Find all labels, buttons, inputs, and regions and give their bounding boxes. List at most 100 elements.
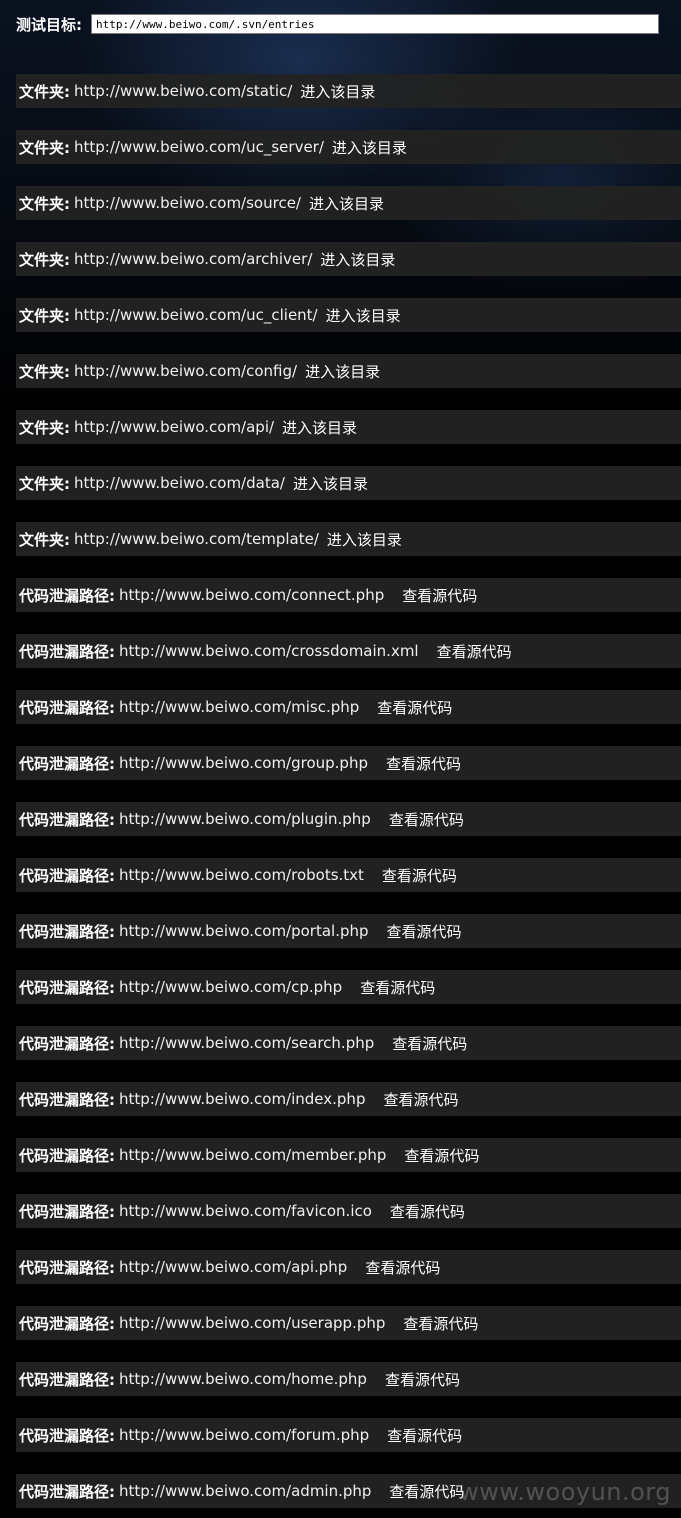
leak-row: 代码泄漏路径: http://www.beiwo.com/misc.php 查看源代… (16, 690, 681, 724)
view-source-link[interactable]: 查看源代码 (402, 585, 477, 606)
view-source-link[interactable]: 查看源代码 (404, 1145, 479, 1166)
leak-row: 代码泄漏路径: http://www.beiwo.com/home.php 查看源代… (16, 1362, 681, 1396)
folder-row: 文件夹: http://www.beiwo.com/template/进入该目录 (16, 522, 681, 556)
view-source-link[interactable]: 查看源代码 (383, 1089, 458, 1110)
view-source-link[interactable]: 查看源代码 (377, 697, 452, 718)
leak-url: http://www.beiwo.com/api.php (119, 1258, 348, 1276)
view-source-link[interactable]: 查看源代码 (389, 1481, 464, 1502)
view-source-link[interactable]: 查看源代码 (390, 1201, 465, 1222)
leak-url: http://www.beiwo.com/crossdomain.xml (119, 642, 419, 660)
leak-url: http://www.beiwo.com/misc.php (119, 698, 360, 716)
folder-url: http://www.beiwo.com/uc_client/ (74, 306, 318, 324)
folder-label: 文件夹: (19, 138, 70, 157)
leak-url: http://www.beiwo.com/home.php (119, 1370, 367, 1388)
view-source-link[interactable]: 查看源代码 (437, 641, 512, 662)
leak-label: 代码泄漏路径: (19, 1314, 115, 1333)
view-source-link[interactable]: 查看源代码 (389, 809, 464, 830)
view-source-link[interactable]: 查看源代码 (386, 753, 461, 774)
leak-row: 代码泄漏路径: http://www.beiwo.com/crossdomain.… (16, 634, 681, 668)
leak-row: 代码泄漏路径: http://www.beiwo.com/plugin.php 查看… (16, 802, 681, 836)
view-source-link[interactable]: 查看源代码 (382, 865, 457, 886)
leak-label: 代码泄漏路径: (19, 810, 115, 829)
folder-url: http://www.beiwo.com/source/ (74, 194, 301, 212)
leak-row: 代码泄漏路径: http://www.beiwo.com/member.php 查看… (16, 1138, 681, 1172)
folder-label: 文件夹: (19, 362, 70, 381)
enter-directory-link[interactable]: 进入该目录 (300, 81, 375, 102)
enter-directory-link[interactable]: 进入该目录 (332, 137, 407, 158)
leak-row: 代码泄漏路径: http://www.beiwo.com/favicon.ico 查… (16, 1194, 681, 1228)
enter-directory-link[interactable]: 进入该目录 (305, 361, 380, 382)
leak-label: 代码泄漏路径: (19, 922, 115, 941)
folder-row: 文件夹: http://www.beiwo.com/uc_server/进入该目录 (16, 130, 681, 164)
folder-label: 文件夹: (19, 306, 70, 325)
view-source-link[interactable]: 查看源代码 (387, 921, 462, 942)
leak-label: 代码泄漏路径: (19, 754, 115, 773)
leak-label: 代码泄漏路径: (19, 1034, 115, 1053)
leak-label: 代码泄漏路径: (19, 1202, 115, 1221)
leak-url: http://www.beiwo.com/index.php (119, 1090, 366, 1108)
view-source-link[interactable]: 查看源代码 (365, 1257, 440, 1278)
enter-directory-link[interactable]: 进入该目录 (320, 249, 395, 270)
folder-url: http://www.beiwo.com/archiver/ (74, 250, 313, 268)
leak-url: http://www.beiwo.com/admin.php (119, 1482, 372, 1500)
leak-row: 代码泄漏路径: http://www.beiwo.com/forum.php 查看源… (16, 1418, 681, 1452)
folder-row: 文件夹: http://www.beiwo.com/config/进入该目录 (16, 354, 681, 388)
folder-row: 文件夹: http://www.beiwo.com/source/进入该目录 (16, 186, 681, 220)
view-source-link[interactable]: 查看源代码 (385, 1369, 460, 1390)
view-source-link[interactable]: 查看源代码 (387, 1425, 462, 1446)
folder-label: 文件夹: (19, 82, 70, 101)
leak-row: 代码泄漏路径: http://www.beiwo.com/index.php 查看源… (16, 1082, 681, 1116)
enter-directory-link[interactable]: 进入该目录 (326, 305, 401, 326)
leak-label: 代码泄漏路径: (19, 1370, 115, 1389)
leak-url: http://www.beiwo.com/plugin.php (119, 810, 371, 828)
leak-label: 代码泄漏路径: (19, 1426, 115, 1445)
leak-row: 代码泄漏路径: http://www.beiwo.com/robots.txt 查看… (16, 858, 681, 892)
leak-label: 代码泄漏路径: (19, 866, 115, 885)
view-source-link[interactable]: 查看源代码 (360, 977, 435, 998)
leak-label: 代码泄漏路径: (19, 1258, 115, 1277)
leak-label: 代码泄漏路径: (19, 978, 115, 997)
watermark: www.wooyun.org (459, 1478, 671, 1506)
leak-url: http://www.beiwo.com/group.php (119, 754, 368, 772)
enter-directory-link[interactable]: 进入该目录 (282, 417, 357, 438)
leak-label: 代码泄漏路径: (19, 1482, 115, 1501)
folder-url: http://www.beiwo.com/static/ (74, 82, 293, 100)
folder-label: 文件夹: (19, 194, 70, 213)
leak-url: http://www.beiwo.com/favicon.ico (119, 1202, 372, 1220)
folder-row: 文件夹: http://www.beiwo.com/archiver/进入该目录 (16, 242, 681, 276)
folder-row: 文件夹: http://www.beiwo.com/data/进入该目录 (16, 466, 681, 500)
folder-url: http://www.beiwo.com/api/ (74, 418, 275, 436)
leak-row: 代码泄漏路径: http://www.beiwo.com/cp.php 查看源代码 (16, 970, 681, 1004)
leak-url: http://www.beiwo.com/cp.php (119, 978, 343, 996)
enter-directory-link[interactable]: 进入该目录 (309, 193, 384, 214)
leak-row: 代码泄漏路径: http://www.beiwo.com/portal.php 查看… (16, 914, 681, 948)
leak-label: 代码泄漏路径: (19, 642, 115, 661)
leak-row: 代码泄漏路径: http://www.beiwo.com/api.php 查看源代码 (16, 1250, 681, 1284)
leak-row: 代码泄漏路径: http://www.beiwo.com/connect.php 查… (16, 578, 681, 612)
folder-row: 文件夹: http://www.beiwo.com/uc_client/进入该目录 (16, 298, 681, 332)
enter-directory-link[interactable]: 进入该目录 (327, 529, 402, 550)
folder-url: http://www.beiwo.com/data/ (74, 474, 285, 492)
leak-url: http://www.beiwo.com/connect.php (119, 586, 385, 604)
leak-label: 代码泄漏路径: (19, 1146, 115, 1165)
folder-label: 文件夹: (19, 418, 70, 437)
leak-row: 代码泄漏路径: http://www.beiwo.com/userapp.php 查… (16, 1306, 681, 1340)
target-url-input[interactable] (91, 14, 659, 34)
folder-row: 文件夹: http://www.beiwo.com/static/进入该目录 (16, 74, 681, 108)
folder-label: 文件夹: (19, 250, 70, 269)
leak-url: http://www.beiwo.com/portal.php (119, 922, 369, 940)
folder-label: 文件夹: (19, 474, 70, 493)
folder-url: http://www.beiwo.com/config/ (74, 362, 298, 380)
folder-url: http://www.beiwo.com/template/ (74, 530, 319, 548)
target-header: 测试目标: (16, 12, 659, 36)
enter-directory-link[interactable]: 进入该目录 (293, 473, 368, 494)
leak-url: http://www.beiwo.com/search.php (119, 1034, 375, 1052)
view-source-link[interactable]: 查看源代码 (403, 1313, 478, 1334)
leak-row: 代码泄漏路径: http://www.beiwo.com/search.php 查看… (16, 1026, 681, 1060)
view-source-link[interactable]: 查看源代码 (392, 1033, 467, 1054)
leak-url: http://www.beiwo.com/forum.php (119, 1426, 370, 1444)
leak-label: 代码泄漏路径: (19, 1090, 115, 1109)
folder-label: 文件夹: (19, 530, 70, 549)
leak-label: 代码泄漏路径: (19, 586, 115, 605)
leak-label: 代码泄漏路径: (19, 698, 115, 717)
